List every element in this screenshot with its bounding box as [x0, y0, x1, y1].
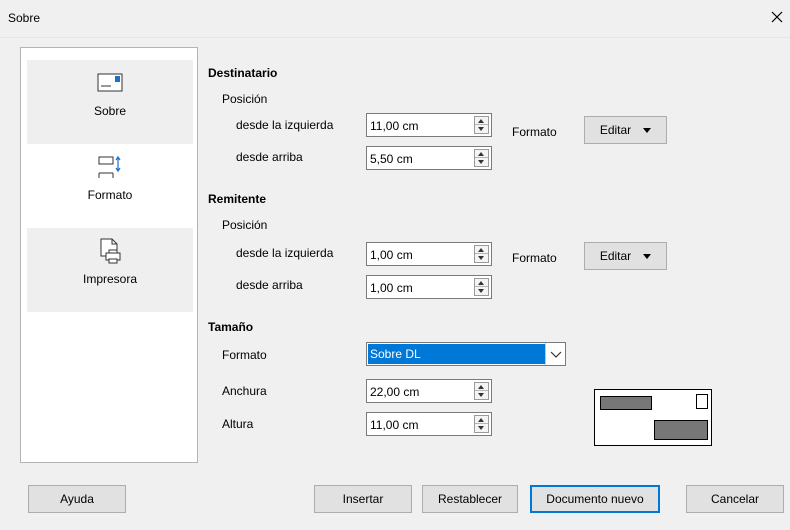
- recipient-position-label: Posición: [222, 92, 268, 106]
- sender-edit-label: Editar: [599, 249, 632, 263]
- nav-item-sobre[interactable]: Sobre: [27, 60, 193, 144]
- caret-down-icon: [643, 254, 652, 260]
- size-width-label: Anchura: [222, 384, 267, 398]
- size-format-label: Formato: [222, 348, 267, 362]
- spin-up-button[interactable]: [475, 150, 488, 158]
- title-separator: [0, 37, 790, 38]
- sender-left-label: desde la izquierda: [236, 246, 334, 260]
- dropdown-button[interactable]: [545, 343, 565, 365]
- arrow-up-icon: [478, 281, 484, 285]
- sender-position-label: Posición: [222, 218, 268, 232]
- size-height-value: 11,00 cm: [370, 418, 419, 432]
- arrow-down-icon: [478, 289, 484, 293]
- sender-top-label: desde arriba: [236, 278, 303, 292]
- recipient-edit-label: Editar: [599, 123, 632, 137]
- envelope-icon: [97, 73, 123, 92]
- nav-item-formato[interactable]: Formato: [27, 144, 193, 228]
- printer-icon: [100, 238, 121, 264]
- sender-top-value: 1,00 cm: [370, 281, 413, 295]
- spin-down-button[interactable]: [475, 287, 488, 295]
- arrow-down-icon: [478, 256, 484, 260]
- size-format-select[interactable]: Sobre DL: [366, 342, 566, 366]
- arrow-up-icon: [478, 119, 484, 123]
- size-width-value: 22,00 cm: [370, 385, 420, 399]
- arrow-up-icon: [478, 152, 484, 156]
- format-layout-icon: [98, 155, 121, 178]
- arrow-up-icon: [478, 248, 484, 252]
- arrow-up-icon: [478, 385, 484, 389]
- close-icon[interactable]: [768, 8, 786, 26]
- spin-up-button[interactable]: [475, 279, 488, 287]
- nav-label-formato: Formato: [87, 188, 133, 202]
- spin-buttons[interactable]: [474, 415, 489, 433]
- spin-up-button[interactable]: [475, 383, 488, 391]
- recipient-edit-button[interactable]: Editar: [584, 116, 667, 144]
- spin-buttons[interactable]: [474, 116, 489, 134]
- caret-down-icon: [643, 128, 652, 134]
- sender-format-label: Formato: [512, 251, 557, 265]
- nav-item-impresora[interactable]: Impresora: [27, 228, 193, 312]
- preview-recipient-block: [654, 420, 708, 440]
- recipient-left-label: desde la izquierda: [236, 118, 334, 132]
- sender-edit-button[interactable]: Editar: [584, 242, 667, 270]
- recipient-left-value: 11,00 cm: [370, 119, 419, 133]
- sender-left-spinbox[interactable]: 1,00 cm: [366, 242, 492, 266]
- help-button[interactable]: Ayuda: [28, 485, 126, 513]
- spin-down-button[interactable]: [475, 158, 488, 166]
- size-heading: Tamaño: [208, 320, 254, 334]
- spin-down-button[interactable]: [475, 424, 488, 432]
- spin-down-button[interactable]: [475, 391, 488, 399]
- arrow-down-icon: [478, 127, 484, 131]
- sender-left-value: 1,00 cm: [370, 248, 413, 262]
- new-document-button[interactable]: Documento nuevo: [530, 485, 660, 513]
- recipient-heading: Destinatario: [208, 66, 278, 80]
- spin-up-button[interactable]: [475, 117, 488, 125]
- chevron-down-icon: [550, 351, 562, 358]
- spin-buttons[interactable]: [474, 278, 489, 296]
- sender-heading: Remitente: [208, 192, 267, 206]
- sender-top-spinbox[interactable]: 1,00 cm: [366, 275, 492, 299]
- recipient-top-value: 5,50 cm: [370, 152, 413, 166]
- nav-label-impresora: Impresora: [82, 272, 138, 286]
- preview-stamp: [696, 394, 708, 409]
- spin-down-button[interactable]: [475, 125, 488, 133]
- insert-button[interactable]: Insertar: [314, 485, 412, 513]
- nav-label-sobre: Sobre: [93, 104, 127, 118]
- spin-buttons[interactable]: [474, 245, 489, 263]
- side-navigation: Sobre Formato Impresora: [20, 47, 198, 463]
- recipient-top-spinbox[interactable]: 5,50 cm: [366, 146, 492, 170]
- size-format-value: Sobre DL: [368, 344, 546, 364]
- arrow-down-icon: [478, 160, 484, 164]
- recipient-format-label: Formato: [512, 125, 557, 139]
- spin-up-button[interactable]: [475, 416, 488, 424]
- spin-down-button[interactable]: [475, 254, 488, 262]
- arrow-down-icon: [478, 393, 484, 397]
- reset-button[interactable]: Restablecer: [422, 485, 518, 513]
- size-width-spinbox[interactable]: 22,00 cm: [366, 379, 492, 403]
- recipient-top-label: desde arriba: [236, 150, 303, 164]
- arrow-down-icon: [478, 426, 484, 430]
- spin-buttons[interactable]: [474, 149, 489, 167]
- cancel-button[interactable]: Cancelar: [686, 485, 784, 513]
- arrow-up-icon: [478, 418, 484, 422]
- preview-sender-block: [600, 396, 652, 410]
- spin-up-button[interactable]: [475, 246, 488, 254]
- size-height-label: Altura: [222, 417, 254, 431]
- size-height-spinbox[interactable]: 11,00 cm: [366, 412, 492, 436]
- spin-buttons[interactable]: [474, 382, 489, 400]
- envelope-preview: [594, 389, 712, 446]
- title-bar: Sobre: [0, 0, 790, 37]
- recipient-left-spinbox[interactable]: 11,00 cm: [366, 113, 492, 137]
- window-title: Sobre: [8, 11, 41, 25]
